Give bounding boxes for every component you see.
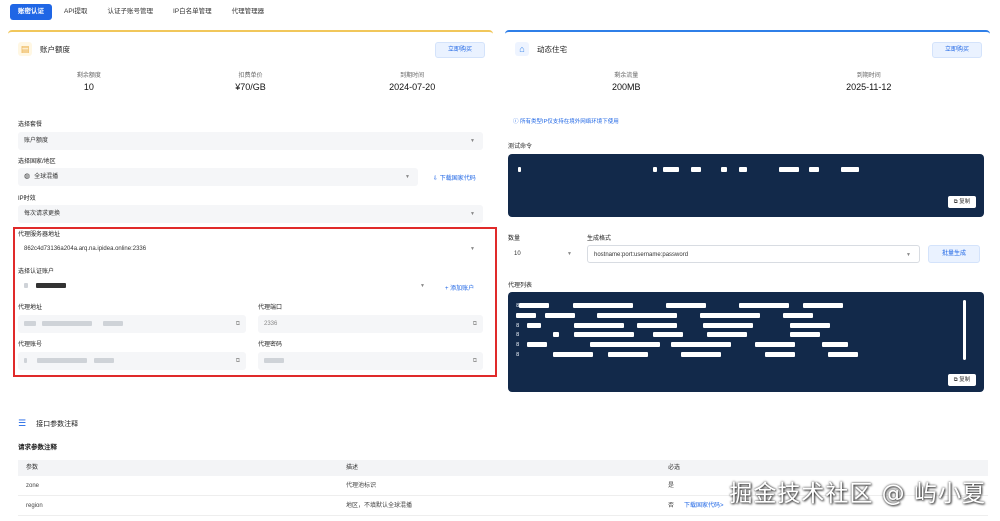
test-command-box: ⧉ 复制: [508, 154, 984, 217]
region-select[interactable]: ◍ 全球混播 ▼: [18, 168, 418, 186]
masked-command: [518, 166, 859, 173]
stat-remaining-traffic: 剩余流量 200MB: [611, 73, 641, 92]
chevron-down-icon: ▼: [906, 252, 911, 258]
stat-remaining: 剩余额度 10: [76, 73, 101, 92]
plan-label: 选择套餐: [18, 122, 43, 128]
count-select[interactable]: 10 ▼: [508, 245, 580, 263]
ip-duration-label: IP时效: [18, 196, 36, 202]
tab-api-extract[interactable]: API提取: [56, 4, 96, 20]
scrollbar[interactable]: [963, 300, 966, 360]
format-select[interactable]: hostname:port:username:password ▼: [587, 245, 920, 263]
count-label: 数量: [508, 236, 521, 242]
test-command-label: 测试命令: [508, 144, 533, 150]
dynamic-residential-card: ⌂ 动态住宅 立即购买 剩余流量 200MB 到期时间 2025-11-12 ⓘ…: [505, 30, 990, 410]
tab-ip-whitelist[interactable]: IP白名单管理: [164, 4, 220, 20]
home-icon: ⌂: [515, 42, 529, 56]
chevron-down-icon: ▼: [470, 138, 475, 144]
info-icon: ⓘ: [513, 119, 519, 125]
copy-button[interactable]: ⧉ 复制: [948, 196, 976, 208]
chevron-down-icon: ▼: [405, 174, 410, 180]
traffic-stats: 剩余流量 200MB 到期时间 2025-11-12: [505, 70, 990, 92]
proxy-list-label: 代理列表: [508, 283, 533, 289]
stat-expiry: 到期时间 2025-11-12: [846, 73, 892, 92]
copy-button[interactable]: ⧉ 复制: [948, 374, 976, 386]
card-header: ▤ 账户额度: [18, 42, 70, 56]
tab-account-password[interactable]: 账密认证: [10, 4, 52, 20]
top-tabs: 账密认证 API提取 认证子账号管理 IP白名单管理 代理管理器: [10, 4, 273, 20]
region-label: 选择国家/地区: [18, 159, 56, 165]
buy-now-button[interactable]: 立即购买: [435, 42, 485, 58]
stat-unit-price: 扣费单价 ¥70/GB: [235, 73, 266, 92]
chevron-down-icon: ▼: [567, 251, 572, 257]
tab-sub-account[interactable]: 认证子账号管理: [99, 4, 161, 20]
masked-proxy-lines: 8 8 8 8 8: [516, 302, 858, 361]
stat-expiry: 到期时间 2024-07-20: [389, 73, 436, 92]
card-title: 账户额度: [40, 44, 70, 54]
tab-proxy-manager[interactable]: 代理管理器: [223, 4, 273, 20]
plan-select[interactable]: 账户额度 ▼: [18, 132, 483, 150]
download-country-code-link[interactable]: ⇩ 下载国家代码: [433, 173, 476, 182]
quota-stats: 剩余额度 10 扣费单价 ¥70/GB 到期时间 2024-07-20: [8, 70, 493, 92]
proxy-list-box: 8 8 8 8 8 ⧉ 复制: [508, 292, 984, 392]
wallet-icon: ▤: [18, 42, 32, 56]
buy-now-button[interactable]: 立即购买: [932, 42, 982, 58]
download-country-code-link[interactable]: 下载国家代码>: [684, 503, 724, 509]
batch-generate-button[interactable]: 批量生成: [928, 245, 980, 263]
card-header: ⌂ 动态住宅: [515, 42, 567, 56]
ip-duration-select[interactable]: 每次请求更换 ▼: [18, 205, 483, 223]
highlight-box: [13, 227, 497, 377]
notice-tip: ⓘ 所有类型IP仅支持在境外网络环境下使用: [513, 119, 619, 125]
list-icon: ☰: [18, 418, 27, 428]
card-title: 动态住宅: [537, 44, 567, 54]
sub-title: 请求参数注释: [18, 444, 57, 451]
globe-icon: ◍: [24, 173, 31, 180]
chevron-down-icon: ▼: [470, 211, 475, 217]
section-title: ☰ 接口参数注释: [18, 418, 79, 428]
watermark: 掘金技术社区 @ 屿小夏: [729, 481, 986, 507]
format-label: 生成格式: [587, 236, 612, 242]
